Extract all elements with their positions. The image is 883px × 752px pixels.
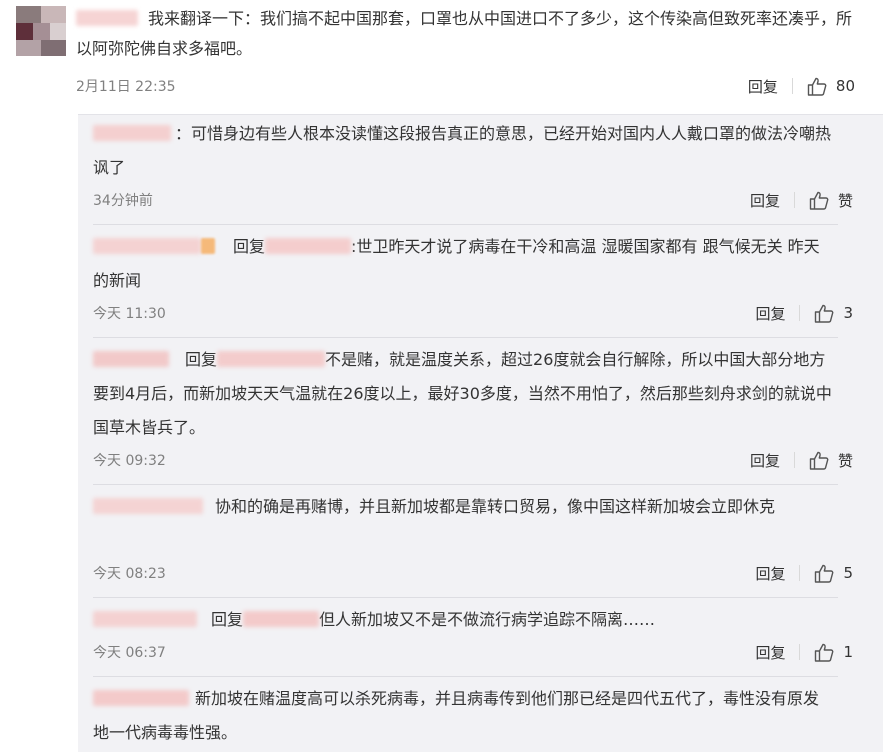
username-blurred[interactable] <box>93 498 203 514</box>
mention-blurred[interactable] <box>265 238 352 254</box>
main-comment-text: 我来翻译一下：我们搞不起中国那套，口罩也从中国进口不了多少，这个传染高但致死率还… <box>76 9 853 58</box>
like-count: 3 <box>843 304 853 322</box>
like-count: 1 <box>843 643 853 661</box>
avatar[interactable] <box>16 6 66 56</box>
like-count: 赞 <box>837 191 853 210</box>
username-blurred[interactable] <box>76 10 138 26</box>
comment-actions: 回复 80 <box>748 76 855 96</box>
divider <box>93 597 838 598</box>
thumbs-up-icon[interactable] <box>814 643 834 662</box>
divider <box>799 644 801 660</box>
reply-item: 回复:世卫昨天才说了病毒在干冷和高温 湿暖国家都有 跟气候无关 昨天的新闻 <box>93 237 820 290</box>
comment-time: 2月11日 22:35 <box>76 79 176 95</box>
reply-time: 今天 09:32 <box>93 453 166 469</box>
divider <box>793 192 795 208</box>
username-blurred[interactable] <box>93 351 169 367</box>
divider <box>799 565 801 581</box>
reply-button[interactable]: 回复 <box>755 642 785 663</box>
thumbs-up-icon[interactable] <box>809 451 829 470</box>
reply-item: 回复 但人新加坡又不是不做流行病学追踪不隔离…… <box>93 603 833 637</box>
reply-item: 新加坡在赌温度高可以杀死病毒，并且病毒传到他们那已经是四代五代了，毒性没有原发地… <box>93 689 820 742</box>
like-count: 赞 <box>837 451 853 470</box>
reply-actions: 回复 3 <box>755 303 853 323</box>
mention-blurred[interactable] <box>217 351 326 367</box>
divider <box>93 484 838 485</box>
divider <box>93 224 838 225</box>
reply-item: ：可惜身边有些人根本没读懂这段报告真正的意思，已经开始对国内人人戴口罩的做法冷嘲… <box>93 124 832 177</box>
divider <box>93 337 838 338</box>
like-count: 5 <box>843 564 853 582</box>
divider <box>799 305 801 321</box>
thumbs-up-icon[interactable] <box>809 191 829 210</box>
reply-time: 今天 08:23 <box>93 566 166 582</box>
reply-button[interactable]: 回复 <box>755 303 785 324</box>
thumbs-up-icon[interactable] <box>814 304 834 323</box>
thumbs-up-icon[interactable] <box>814 564 834 583</box>
reply-item: 协和的确是再赌博，并且新加坡都是靠转口贸易，像中国这样新加坡会立即休克 <box>93 490 833 524</box>
like-count: 80 <box>835 77 855 95</box>
reply-actions: 回复 赞 <box>750 190 853 210</box>
thumbs-up-icon[interactable] <box>807 77 827 96</box>
reply-time: 今天 11:30 <box>93 306 166 322</box>
reply-button[interactable]: 回复 <box>750 190 780 211</box>
badge-icon <box>201 238 215 254</box>
username-blurred[interactable] <box>93 690 189 706</box>
reply-time: 34分钟前 <box>93 193 153 209</box>
reply-actions: 回复 5 <box>755 563 853 583</box>
divider <box>93 676 838 677</box>
reply-actions: 回复 1 <box>755 642 853 662</box>
reply-actions: 回复 赞 <box>750 450 853 470</box>
username-blurred[interactable] <box>93 238 201 254</box>
mention-blurred[interactable] <box>243 611 320 627</box>
reply-time: 今天 06:37 <box>93 645 166 661</box>
reply-button[interactable]: 回复 <box>755 563 785 584</box>
reply-button[interactable]: 回复 <box>748 76 778 97</box>
reply-item: 回复 不是赌，就是温度关系，超过26度就会自行解除，所以中国大部分地方要到4月后，… <box>93 350 832 437</box>
username-blurred[interactable] <box>93 611 197 627</box>
divider <box>791 78 793 94</box>
divider <box>793 452 795 468</box>
username-blurred[interactable] <box>93 125 171 141</box>
reply-button[interactable]: 回复 <box>750 450 780 471</box>
